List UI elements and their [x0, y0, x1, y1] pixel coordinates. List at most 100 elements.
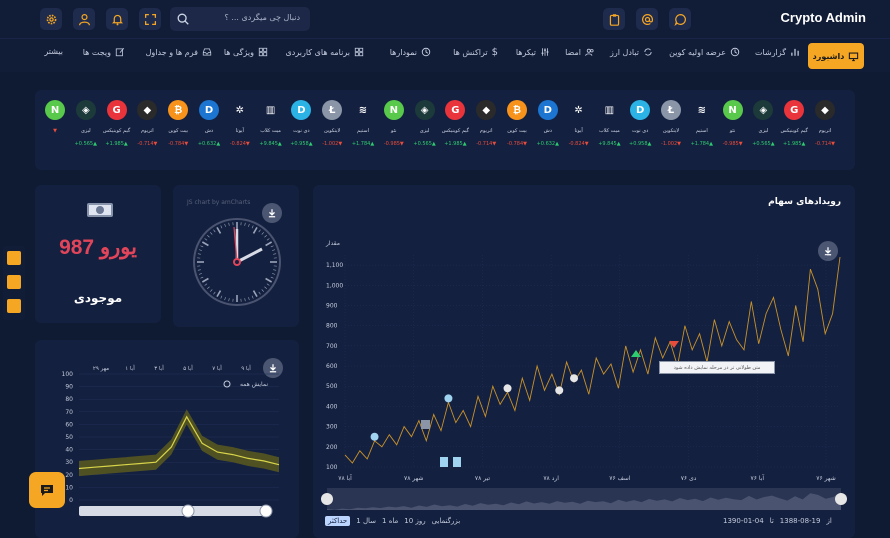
zoom-1m-button[interactable]: 1 ماه [382, 517, 398, 525]
coin-icon: ₿ [168, 100, 189, 120]
coin-item[interactable]: ₿ بیت کوین -0.784▼ [163, 100, 193, 147]
notifications-button[interactable] [106, 8, 128, 30]
coin-item[interactable]: ≋ استیم +1.784▲ [348, 100, 378, 147]
coin-item[interactable]: D دش +0.632▲ [533, 100, 563, 147]
nav-item-apps[interactable]: برنامه های کاربردی [286, 47, 364, 57]
range-to[interactable]: 1388-08-19 [780, 517, 821, 525]
y-tick-label: 1,100 [326, 262, 343, 269]
side-tab-1[interactable] [7, 251, 21, 265]
nav-item-label: تبادل ارز [610, 47, 639, 57]
nav-item-forms-tables[interactable]: فرم ها و جداول [146, 47, 212, 57]
nav-item-signature[interactable]: امضا [565, 47, 595, 57]
side-tab-2[interactable] [7, 275, 21, 289]
nav-item-dashboard[interactable]: داشبورد [808, 43, 864, 69]
coin-item[interactable]: ◆ اتریوم -0.714▼ [132, 100, 162, 147]
event-marker [370, 432, 379, 441]
coin-item[interactable]: ◈ لیزی +0.565▲ [748, 100, 778, 147]
coin-change: -0.714▼ [476, 141, 497, 147]
x-tick-label: آبا ۱ [125, 365, 135, 372]
coin-item[interactable]: ▥ میت کلاب +9.845▲ [256, 100, 286, 147]
coin-name: گیم کوینیکس [102, 128, 131, 134]
y-tick-label: 600 [326, 363, 338, 370]
chat-button[interactable] [669, 8, 691, 30]
nav-item-widgets[interactable]: ویجت ها [83, 47, 125, 57]
range-from[interactable]: 1390-01-04 [723, 517, 764, 525]
grid-icon [258, 47, 268, 57]
nav-item-more[interactable]: بیشتر [44, 47, 63, 56]
coin-item[interactable]: Ł لایتکوین -1.002▼ [656, 100, 686, 147]
coin-item[interactable]: D دی نوت +0.958▲ [286, 100, 316, 147]
mention-button[interactable] [636, 8, 658, 30]
coin-change: +0.565▲ [74, 141, 97, 147]
range-slider-handle [181, 504, 195, 518]
chat-fab-button[interactable] [29, 472, 65, 508]
side-toolbar [3, 246, 25, 320]
nav-item-label: ویجت ها [82, 47, 111, 57]
nav-item-features[interactable]: ویژگی ها [224, 47, 268, 57]
nav-item-charts[interactable]: نمودارها [390, 47, 431, 57]
coin-change: +0.958▲ [290, 141, 313, 147]
coin-item[interactable]: Ł لایتکوین -1.002▼ [317, 100, 347, 147]
coin-change: +1.784▲ [351, 141, 375, 147]
coin-item[interactable]: ▥ میت کلاب +9.845▲ [594, 100, 624, 147]
coin-item[interactable]: ✲ آیوتا -0.824▼ [564, 100, 594, 147]
coin-item[interactable]: N نئو -0.985▼ [718, 100, 748, 147]
small-line-chart: 0 10 20 30 40 50 60 70 80 90 100 مهر ۲۹ آبا ۱ آبا ۳ آب… [62, 365, 280, 518]
event-marker [503, 384, 512, 393]
coin-item[interactable]: D دش +0.632▲ [194, 100, 224, 147]
coin-item[interactable]: G گیم کوینیکس +1.985▲ [779, 100, 809, 147]
main-nav: داشبورد گزارشات عرضه اولیه کوین تبادل ار… [0, 38, 890, 72]
clipboard-button[interactable] [603, 8, 625, 30]
coin-name: استیم [695, 128, 708, 134]
coin-icon: ◆ [137, 100, 158, 120]
nav-item-reports[interactable]: گزارشات [755, 47, 800, 57]
nav-item-transactions[interactable]: تراکنش ها $ [453, 47, 498, 58]
coin-name: نئو [391, 128, 397, 134]
nav-item-ico[interactable]: عرضه اولیه کوین [669, 47, 740, 57]
zoom-max-button[interactable]: حداکثر [325, 516, 351, 526]
y-tick-label: 90 [65, 384, 73, 391]
search-box[interactable]: دنبال چی میگردی ... ؟ [170, 7, 310, 31]
coin-icon: D [537, 100, 558, 120]
x-tick-label: اسف ۷۶ [609, 475, 631, 482]
coin-change: -0.824▼ [229, 141, 250, 147]
nav-item-tickers[interactable]: تیکرها [516, 47, 550, 57]
coin-item[interactable]: ◆ اتریوم -0.714▼ [810, 100, 840, 147]
coin-item[interactable]: ₿ بیت کوین -0.784▼ [502, 100, 532, 147]
zoom-10d-button[interactable]: 10 روز [404, 517, 425, 525]
coin-change: +1.985▲ [444, 141, 467, 147]
coin-item[interactable]: ◈ لیزی +0.565▲ [410, 100, 440, 147]
side-tab-3[interactable] [7, 299, 21, 313]
x-tick-label: آبا ۷۶ [751, 473, 765, 482]
coin-icon: G [445, 100, 466, 120]
y-tick-label: 40 [65, 447, 73, 454]
coin-change: -1.002▼ [661, 141, 681, 147]
settings-button[interactable] [40, 8, 62, 30]
coin-item[interactable]: D دی نوت +0.958▲ [625, 100, 655, 147]
coin-item[interactable]: ◆ اتریوم -0.714▼ [471, 100, 501, 147]
zoom-1y-button[interactable]: 1 سال [356, 517, 376, 525]
coin-icon: ◈ [753, 100, 774, 120]
coin-name: گیم کوینیکس [441, 128, 470, 134]
coin-item[interactable]: ✲ آیوتا -0.824▼ [225, 100, 255, 147]
coin-item[interactable]: ◈ لیزی +0.565▲ [71, 100, 101, 147]
search-input[interactable]: دنبال چی میگردی ... ؟ [225, 13, 300, 22]
coin-item[interactable]: ≋ استیم +1.784▲ [687, 100, 717, 147]
coin-item[interactable]: G گیم کوینیکس +1.985▲ [440, 100, 470, 147]
series-line [344, 256, 841, 464]
money-icon [87, 203, 113, 217]
coin-item[interactable]: N نئو -0.985▼ [379, 100, 409, 147]
fullscreen-button[interactable] [139, 8, 161, 30]
coin-icon: ▥ [599, 100, 620, 120]
navigator-handle [321, 493, 333, 505]
nav-item-exchange[interactable]: تبادل ارز [610, 47, 653, 57]
coin-icon: ✲ [568, 100, 589, 120]
user-button[interactable] [73, 8, 95, 30]
chart-credit: JS chart by amCharts [187, 199, 251, 206]
coin-item[interactable]: N ▼ [40, 100, 70, 134]
coin-icon: ✲ [229, 100, 250, 120]
inbox-icon [202, 48, 212, 56]
coin-icon: D [199, 100, 219, 120]
message-icon [41, 485, 53, 496]
coin-item[interactable]: G گیم کوینیکس +1.985▲ [102, 100, 132, 147]
